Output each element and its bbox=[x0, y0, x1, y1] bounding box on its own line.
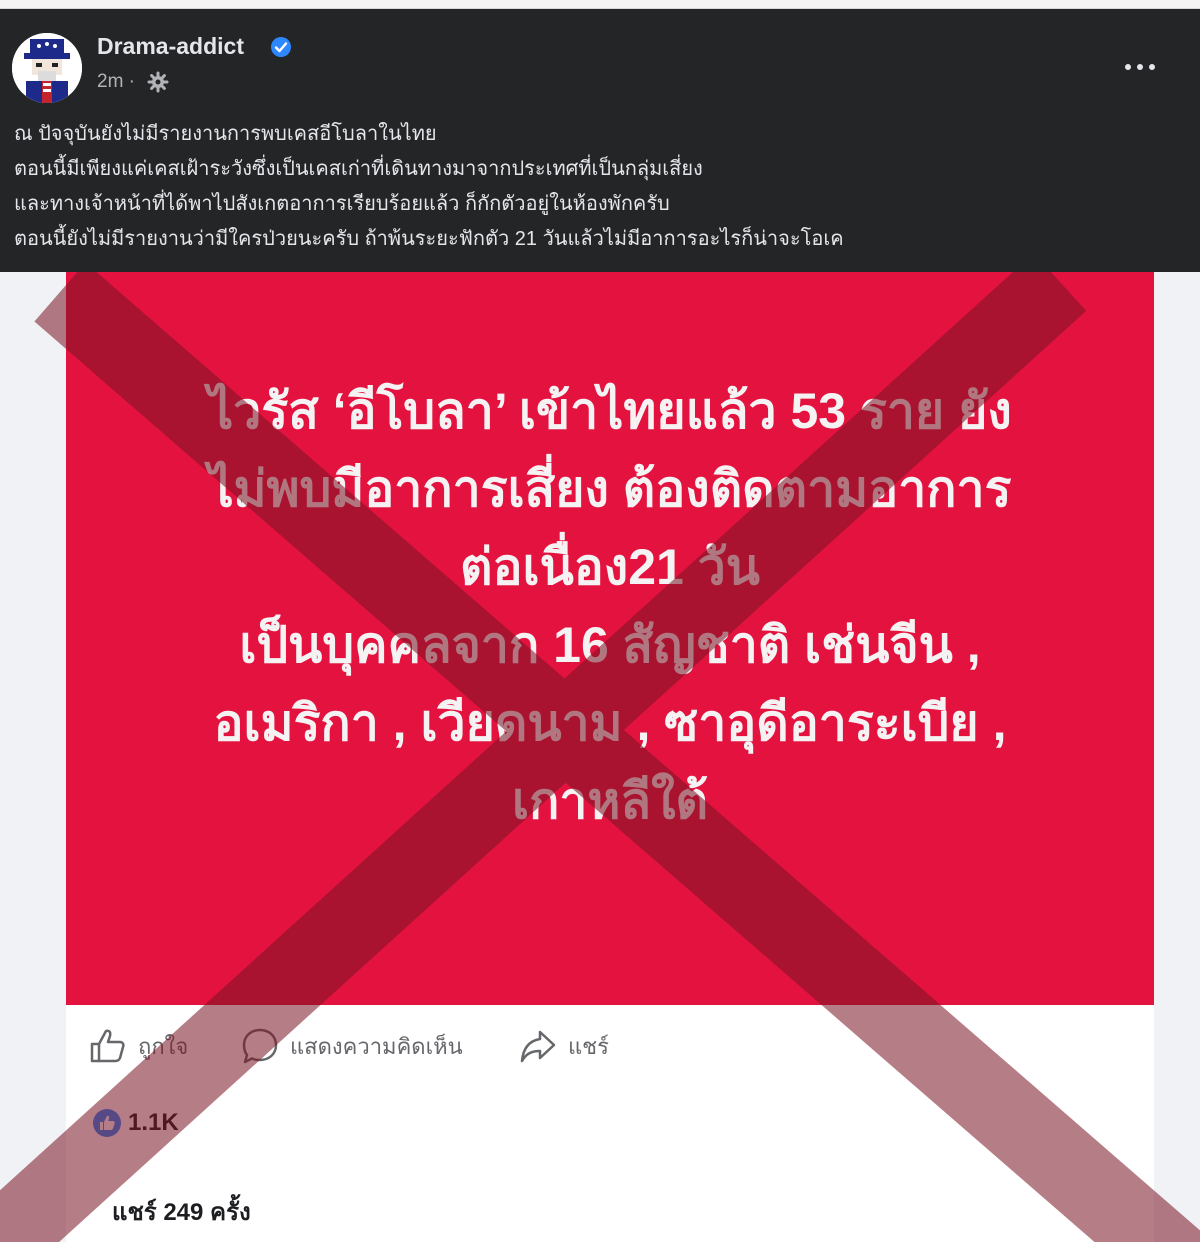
author-name[interactable]: Drama-addict bbox=[97, 33, 244, 60]
headline-line: ไวรัส ‘อีโบลา’ เข้าไทยแล้ว 53 ราย ยัง bbox=[208, 383, 1012, 439]
post-header: Drama-addict 2m · ณ ปัจจุบันยังไม่มีรายง… bbox=[0, 9, 1200, 272]
headline-line: เป็นบุคคลจาก 16 สัญชาติ เช่นจีน , bbox=[239, 617, 981, 673]
reaction-summary[interactable]: 1.1K bbox=[92, 1108, 179, 1138]
share-count[interactable]: แชร์ 249 ครั้ง bbox=[112, 1192, 251, 1231]
share-label: แชร์ bbox=[568, 1033, 609, 1059]
like-label: ถูกใจ bbox=[138, 1033, 189, 1059]
like-button[interactable]: ถูกใจ bbox=[88, 1024, 188, 1068]
screenshot-frame: Drama-addict 2m · ณ ปัจจุบันยังไม่มีรายง… bbox=[0, 0, 1200, 1242]
share-button[interactable]: แชร์ bbox=[518, 1024, 609, 1068]
reaction-count: 1.1K bbox=[128, 1109, 179, 1136]
like-reaction-icon bbox=[93, 1109, 121, 1137]
shared-post-card: ไวรัส ‘อีโบลา’ เข้าไทยแล้ว 53 ราย ยัง ไม… bbox=[0, 272, 1200, 1242]
headline-line: ต่อเนื่อง21 วัน bbox=[460, 539, 760, 595]
more-icon bbox=[1125, 64, 1155, 70]
comment-button[interactable]: แสดงความคิดเห็น bbox=[240, 1024, 463, 1068]
gear-icon bbox=[147, 71, 169, 93]
more-options-button[interactable] bbox=[1120, 47, 1160, 87]
headline-line: เกาหลีใต้ bbox=[512, 773, 708, 829]
post-timestamp[interactable]: 2m · bbox=[97, 71, 135, 93]
headline-line: อเมริกา , เวียดนาม , ซาอุดีอาระเบีย , bbox=[213, 695, 1007, 751]
post-text-line: ตอนนี้ยังไม่มีรายงานว่ามีใครป่วยนะครับ ถ… bbox=[14, 228, 844, 250]
post-text-line: ตอนนี้มีเพียงแค่เคสเฝ้าระวังซึ่งเป็นเคสเ… bbox=[14, 158, 703, 180]
share-icon bbox=[520, 1030, 556, 1063]
post-body-text: ณ ปัจจุบันยังไม่มีรายงานการพบเคสอีโบลาใน… bbox=[14, 117, 1184, 257]
comment-icon bbox=[242, 1028, 278, 1064]
avatar-cartoon-icon bbox=[12, 33, 82, 103]
verified-icon bbox=[271, 37, 291, 57]
shared-image-headline: ไวรัส ‘อีโบลา’ เข้าไทยแล้ว 53 ราย ยัง ไม… bbox=[66, 372, 1154, 840]
like-icon bbox=[90, 1029, 125, 1063]
comment-label: แสดงความคิดเห็น bbox=[290, 1033, 463, 1059]
post-text-line: และทางเจ้าหน้าที่ได้พาไปสังเกตอาการเรียบ… bbox=[14, 193, 670, 215]
headline-line: ไม่พบมีอาการเสี่ยง ต้องติดตามอาการ bbox=[208, 461, 1012, 517]
top-divider bbox=[0, 0, 1200, 9]
post-text-line: ณ ปัจจุบันยังไม่มีรายงานการพบเคสอีโบลาใน… bbox=[14, 123, 437, 145]
avatar[interactable] bbox=[12, 33, 82, 103]
